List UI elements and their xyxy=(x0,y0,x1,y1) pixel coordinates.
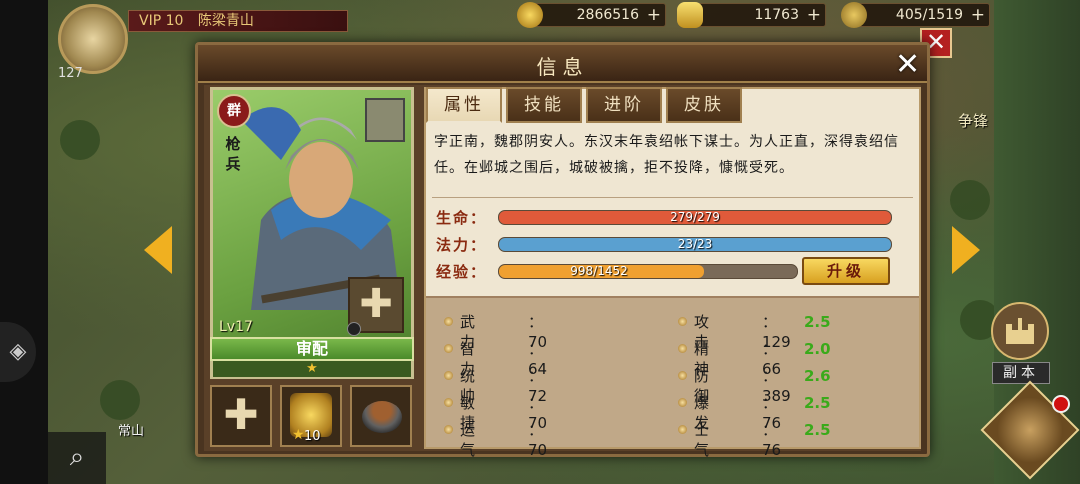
hp-bar: 279/279 xyxy=(498,210,892,225)
unit-type-label: 枪兵 xyxy=(225,135,241,173)
hero-card[interactable]: 群 枪兵 ✚ Lv17 审配 ★ xyxy=(210,87,414,379)
bullet-icon xyxy=(444,317,453,326)
star-rating: ★ xyxy=(213,361,411,377)
hero-level: Lv17 xyxy=(219,319,253,335)
close-icon[interactable]: ✕ xyxy=(895,47,920,82)
attribute-box: 武力 ：70 2.5 智力 ：64 2.0 统帅 ：72 2.6 敏捷 ：70 2.5 运气 ：70 2.5… xyxy=(426,296,919,459)
spear-class-icon xyxy=(365,98,405,142)
equip-count: 10 xyxy=(304,429,321,444)
dialog-header: 信息 ✕ xyxy=(198,45,927,83)
dialog-title: 信息 xyxy=(536,55,589,79)
grain-icon xyxy=(841,2,867,28)
previous-hero-arrow[interactable] xyxy=(144,226,172,274)
map-tree xyxy=(950,180,990,220)
hero-name: 审配 xyxy=(210,337,414,361)
food-equip-slot[interactable] xyxy=(350,385,412,447)
star-icon: ★ xyxy=(292,427,305,443)
hero-info-dialog: 信息 ✕ 群 枪兵 ✚ Lv17 审配 ★ ✚ ★ 10 属性 技能 进阶 皮肤… xyxy=(195,42,930,459)
plus-icon: ✚ xyxy=(223,390,259,439)
bullet-icon xyxy=(678,371,687,380)
map-label-right: 争锋 xyxy=(958,112,989,130)
map-tree xyxy=(60,120,100,160)
gold-ingot-icon xyxy=(677,2,703,28)
bullet-icon xyxy=(678,317,687,326)
copper-value: 2866516 xyxy=(576,7,639,23)
food-bowl-icon xyxy=(362,401,402,433)
hp-label: 生命： xyxy=(436,209,488,227)
vip-label: VIP 10 xyxy=(139,13,184,29)
add-copper-button[interactable]: + xyxy=(647,4,661,26)
player-avatar[interactable] xyxy=(58,4,128,74)
food-value: 405/1519 xyxy=(895,7,963,23)
gold-resource: 11763 + xyxy=(677,2,826,28)
gold-value: 11763 xyxy=(754,7,799,23)
base-attribute-growth: 2.6 xyxy=(804,367,831,385)
mp-label: 法力： xyxy=(436,236,488,254)
dialog-body: 群 枪兵 ✚ Lv17 审配 ★ ✚ ★ 10 属性 技能 进阶 皮肤 字正南，… xyxy=(204,85,921,459)
level-up-button[interactable]: 升级 xyxy=(802,257,890,285)
base-attribute-name: 运气 xyxy=(460,421,480,459)
castle-icon xyxy=(991,302,1049,360)
divider xyxy=(432,197,913,198)
left-edge xyxy=(0,0,48,484)
tab-attributes[interactable]: 属性 xyxy=(426,87,502,123)
exp-value: 998/1452 xyxy=(570,264,628,278)
add-food-button[interactable]: + xyxy=(971,4,985,26)
map-location-label: 常山 xyxy=(118,424,145,439)
notification-dot xyxy=(1052,395,1070,413)
base-attribute-growth: 2.5 xyxy=(804,313,831,331)
next-hero-arrow[interactable] xyxy=(952,226,980,274)
combat-attribute-value: ：76 xyxy=(762,421,782,459)
bullet-icon xyxy=(678,398,687,407)
search-icon[interactable]: ⌕ xyxy=(48,432,106,484)
tab-advance[interactable]: 进阶 xyxy=(586,87,662,123)
bullet-icon xyxy=(444,425,453,434)
armor-equip-slot[interactable]: ★ 10 xyxy=(280,385,342,447)
coin-icon xyxy=(517,2,543,28)
base-attribute-growth: 2.0 xyxy=(804,340,831,358)
food-resource: 405/1519 + xyxy=(841,2,990,28)
base-attribute-value: ：70 xyxy=(528,421,548,459)
add-gold-button[interactable]: + xyxy=(807,4,821,26)
hp-value: 279/279 xyxy=(670,210,720,224)
copper-resource: 2866516 + xyxy=(517,2,666,28)
dungeon-label: 副本 xyxy=(992,362,1050,384)
player-name: 陈梁青山 xyxy=(197,13,254,29)
map-tree xyxy=(100,380,140,420)
exp-bar: 998/1452 xyxy=(498,264,798,279)
player-level: 127 xyxy=(58,66,83,81)
knob-icon xyxy=(347,322,361,336)
empty-equip-slot[interactable]: ✚ xyxy=(210,385,272,447)
bullet-icon xyxy=(444,371,453,380)
bullet-icon xyxy=(444,398,453,407)
bullet-icon xyxy=(444,344,453,353)
bullet-icon xyxy=(678,344,687,353)
hero-biography: 字正南，魏郡阴安人。东汉末年袁绍帐下谋士。为人正直，深得袁绍信任。在邺城之围后，… xyxy=(434,134,899,176)
tab-skins[interactable]: 皮肤 xyxy=(666,87,742,123)
faction-badge: 群 xyxy=(217,94,251,128)
bullet-icon xyxy=(678,425,687,434)
combat-attribute-name: 士气 xyxy=(694,421,714,459)
exp-label: 经验： xyxy=(436,263,488,281)
info-panel: 属性 技能 进阶 皮肤 字正南，魏郡阴安人。东汉末年袁绍帐下谋士。为人正直，深得… xyxy=(424,87,921,459)
base-attribute-growth: 2.5 xyxy=(804,394,831,412)
tab-skills[interactable]: 技能 xyxy=(506,87,582,123)
base-attribute-growth: 2.5 xyxy=(804,421,831,439)
mp-value: 23/23 xyxy=(677,237,713,251)
vip-bar[interactable]: VIP 10 陈梁青山 xyxy=(128,10,348,32)
mp-bar: 23/23 xyxy=(498,237,892,252)
